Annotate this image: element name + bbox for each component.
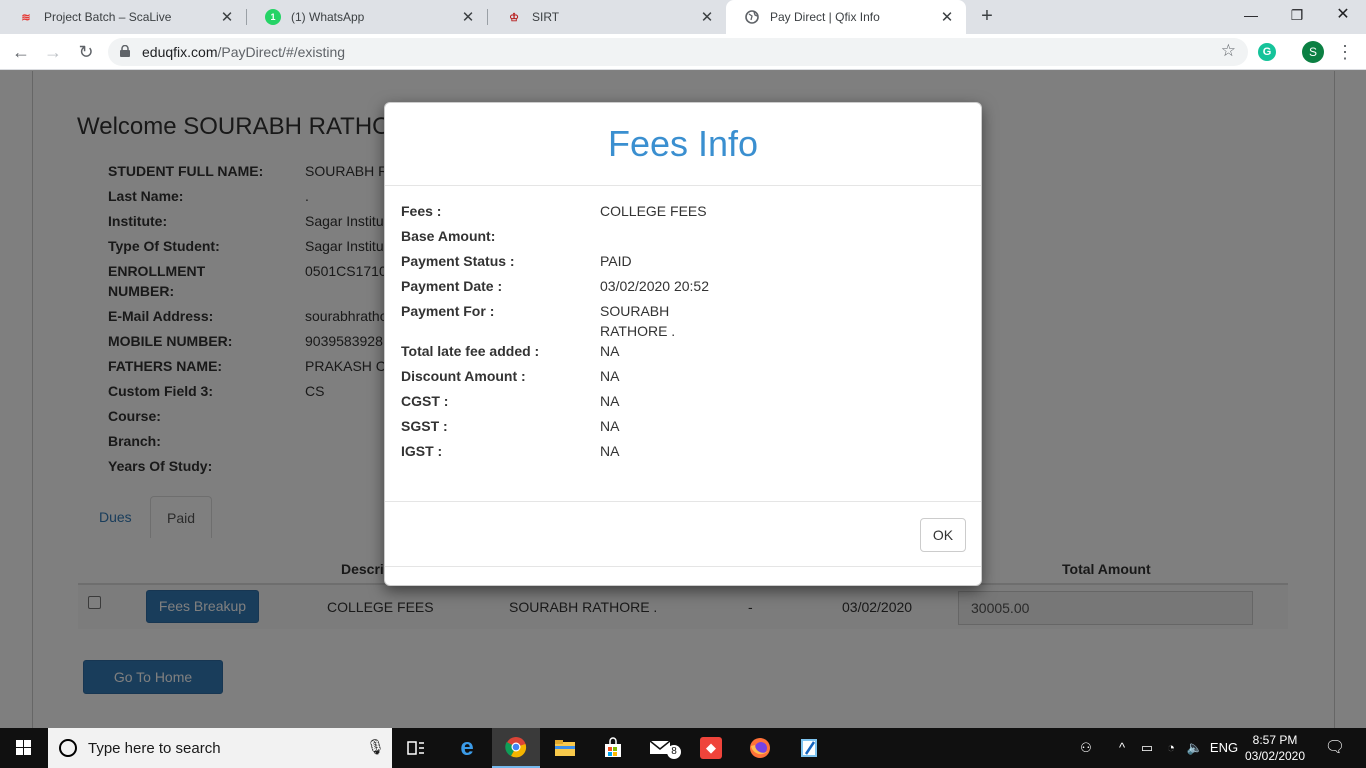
browser-tab-strip: ≋ Project Batch – ScaLive ✕ 1 (1) WhatsA… [0, 0, 1366, 34]
notification-center-icon[interactable]: 🗨 [1320, 728, 1350, 768]
browser-toolbar: ← → ↻ eduqfix.com/PayDirect/#/existing ☆… [0, 34, 1366, 70]
notepad-icon[interactable] [785, 728, 833, 768]
volume-icon[interactable]: 🔈 [1184, 728, 1206, 768]
payment-status-label: Payment Status : [401, 253, 515, 269]
cgst-value: NA [600, 393, 620, 409]
more-menu-icon[interactable]: ⋮ [1336, 40, 1354, 64]
ok-button[interactable]: OK [920, 518, 966, 552]
minimize-button[interactable]: — [1228, 0, 1274, 30]
close-icon[interactable]: ✕ [938, 8, 956, 26]
base-amount-label: Base Amount: [401, 228, 496, 244]
back-icon[interactable]: ← [8, 39, 34, 65]
igst-label: IGST : [401, 443, 443, 459]
modal-footer: OK [385, 501, 981, 567]
sirt-icon: ♔ [509, 11, 519, 24]
discount-value: NA [600, 368, 620, 384]
battery-icon[interactable]: ▭ [1136, 728, 1158, 768]
discount-label: Discount Amount : [401, 368, 526, 384]
tab-title: Project Batch – ScaLive [44, 10, 172, 24]
modal-title: Fees Info [607, 123, 759, 164]
edge-icon[interactable]: e [443, 728, 491, 768]
tab-title: Pay Direct | Qfix Info [770, 10, 880, 24]
microphone-icon[interactable]: 🎙 [366, 738, 385, 756]
restore-button[interactable]: ❐ [1274, 0, 1320, 30]
reload-icon[interactable]: ↻ [73, 39, 99, 65]
close-icon[interactable]: ✕ [698, 8, 716, 26]
taskbar-search[interactable]: Type here to search 🎙 [48, 728, 392, 768]
close-window-button[interactable]: ✕ [1320, 0, 1366, 30]
url-text: eduqfix.com/PayDirect/#/existing [142, 44, 345, 60]
windows-taskbar: Type here to search 🎙 e 8 ◆ ⚇ ^ ▭ ◔ 🔈 EN… [0, 728, 1366, 768]
igst-value: NA [600, 443, 620, 459]
close-icon[interactable]: ✕ [218, 8, 236, 26]
forward-icon[interactable]: → [40, 39, 66, 65]
cgst-label: CGST : [401, 393, 449, 409]
task-view-icon[interactable] [392, 728, 440, 768]
sgst-value: NA [600, 418, 620, 434]
tab-whatsapp[interactable]: 1 (1) WhatsApp ✕ [247, 0, 487, 34]
globe-icon [744, 9, 760, 25]
modal-header: Fees Info [385, 103, 981, 186]
file-explorer-icon[interactable] [541, 728, 589, 768]
late-fee-label: Total late fee added : [401, 343, 540, 359]
fees-info-modal: Fees Info Fees : COLLEGE FEES Base Amoun… [384, 102, 982, 586]
mail-badge: 8 [667, 745, 681, 759]
cortana-icon [59, 739, 77, 757]
url-path: /PayDirect/#/existing [217, 44, 346, 60]
people-icon[interactable]: ⚇ [1074, 728, 1098, 768]
store-icon[interactable] [589, 728, 637, 768]
payment-status-value: PAID [600, 253, 632, 269]
tab-sirt[interactable]: ♔ SIRT ✕ [488, 0, 726, 34]
anydesk-icon[interactable]: ◆ [687, 728, 735, 768]
address-bar[interactable]: eduqfix.com/PayDirect/#/existing ☆ [108, 38, 1248, 66]
mail-icon[interactable]: 8 [638, 728, 686, 768]
chrome-icon[interactable] [492, 728, 540, 768]
payment-date-label: Payment Date : [401, 278, 503, 294]
bookmark-star-icon[interactable]: ☆ [1221, 41, 1236, 61]
wifi-icon[interactable]: ◔ [1160, 728, 1182, 768]
tab-title: SIRT [532, 10, 560, 24]
tab-title: (1) WhatsApp [291, 10, 365, 24]
whatsapp-icon: 1 [265, 9, 281, 25]
scalive-icon: ≋ [21, 11, 31, 24]
profile-avatar[interactable]: S [1302, 41, 1324, 63]
close-icon[interactable]: ✕ [459, 8, 477, 26]
show-hidden-icons[interactable]: ^ [1112, 728, 1132, 768]
search-placeholder: Type here to search [88, 740, 221, 757]
grammarly-icon[interactable]: G [1258, 43, 1276, 61]
start-button[interactable] [0, 728, 48, 768]
payment-for-value: SOURABH RATHORE . [600, 303, 676, 339]
tab-pay-direct[interactable]: Pay Direct | Qfix Info ✕ [726, 0, 966, 34]
windows-logo-icon [16, 740, 31, 755]
url-host: eduqfix.com [142, 44, 218, 60]
clock-time: 8:57 PM [1252, 733, 1298, 747]
late-fee-value: NA [600, 343, 620, 359]
tab-scalive[interactable]: ≋ Project Batch – ScaLive ✕ [0, 0, 246, 34]
fees-value: COLLEGE FEES [600, 203, 707, 219]
payment-for-label: Payment For : [401, 303, 495, 319]
fees-label: Fees : [401, 203, 442, 219]
clock[interactable]: 8:57 PM 03/02/2020 [1240, 732, 1310, 764]
clock-date: 03/02/2020 [1244, 749, 1306, 763]
firefox-icon[interactable] [736, 728, 784, 768]
language-indicator[interactable]: ENG [1208, 728, 1240, 768]
new-tab-button[interactable]: + [976, 5, 998, 27]
payment-date-value: 03/02/2020 20:52 [600, 278, 709, 294]
sgst-label: SGST : [401, 418, 448, 434]
lock-icon [120, 45, 130, 57]
